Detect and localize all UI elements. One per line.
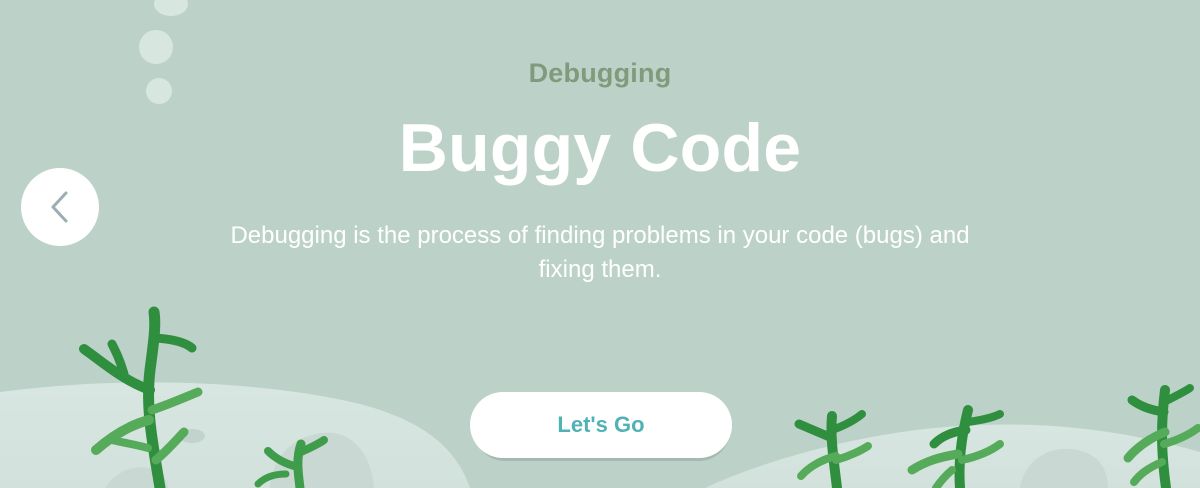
page-description: Debugging is the process of finding prob…	[230, 222, 970, 283]
chevron-left-icon	[51, 191, 68, 223]
topic-label: Debugging	[528, 58, 672, 88]
lets-go-button-container: Let's Go	[470, 392, 732, 462]
page-title: Buggy Code	[398, 110, 802, 186]
lets-go-button[interactable]: Let's Go	[470, 392, 732, 458]
